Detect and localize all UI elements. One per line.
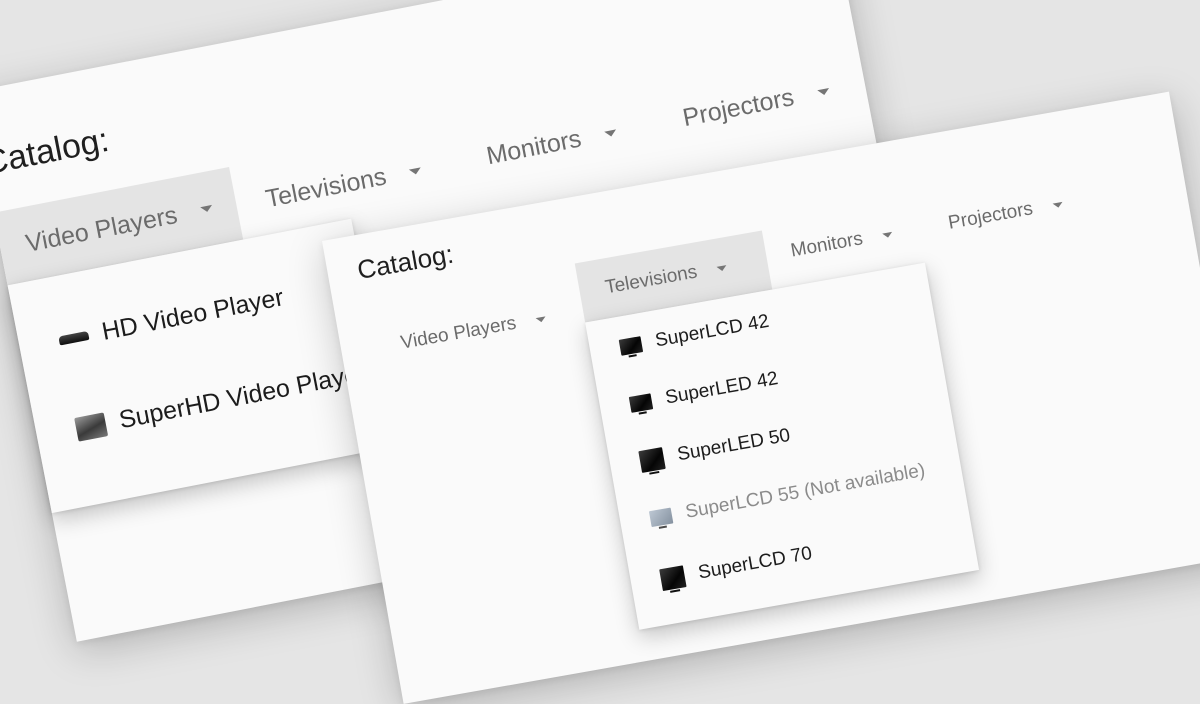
dropdown-item-superlcd-42[interactable]: SuperLCD 42 [618, 311, 771, 359]
chevron-down-icon [816, 87, 830, 96]
chevron-down-icon [409, 166, 422, 176]
dropdown-item-superhd-video-player[interactable]: SuperHD Video Player [74, 359, 369, 444]
video-player-icon [58, 330, 90, 346]
tv-icon [638, 447, 666, 473]
nav-video-players-label: Video Players [23, 200, 180, 258]
nav-video-players-label: Video Players [399, 312, 518, 354]
dropdown-item-superlcd-55: SuperLCD 55 (Not available) [648, 459, 927, 530]
nav-televisions-label: Televisions [263, 162, 389, 214]
dropdown-item-label: SuperLCD 70 [696, 542, 814, 584]
nav-projectors[interactable]: Projectors [947, 193, 1065, 235]
tv-icon [659, 565, 687, 592]
chevron-down-icon [716, 264, 728, 272]
chevron-down-icon [882, 231, 893, 239]
dropdown-item-label: SuperLCD 55 (Not available) [683, 459, 927, 523]
dropdown-item-superled-42[interactable]: SuperLED 42 [628, 368, 780, 416]
dropdown-item-label: HD Video Player [99, 283, 286, 346]
dropdown-item-label: SuperLED 50 [675, 424, 792, 466]
chevron-down-icon [200, 204, 213, 214]
nav-projectors-label: Projectors [680, 83, 797, 133]
video-player-icon [74, 411, 109, 442]
nav-monitors-label: Monitors [484, 124, 584, 171]
tv-icon [618, 336, 644, 356]
tv-icon [648, 507, 674, 528]
nav-projectors-label: Projectors [946, 198, 1035, 234]
nav-televisions[interactable]: Televisions [263, 156, 424, 215]
nav-televisions-label: Televisions [603, 261, 699, 299]
nav-projectors[interactable]: Projectors [680, 76, 831, 133]
dropdown-item-superlcd-70[interactable]: SuperLCD 70 [659, 542, 814, 592]
dropdown-item-label: SuperHD Video Player [116, 358, 369, 435]
chevron-down-icon [604, 128, 617, 138]
nav-monitors-label: Monitors [789, 228, 865, 262]
page-title: Catalog: [0, 120, 112, 183]
nav-monitors[interactable]: Monitors [484, 118, 619, 172]
dropdown-item-hd-video-player[interactable]: HD Video Player [56, 283, 286, 355]
page-title: Catalog: [355, 238, 456, 286]
tv-icon [628, 393, 654, 413]
nav-monitors[interactable]: Monitors [789, 223, 894, 263]
dropdown-item-label: SuperLCD 42 [653, 310, 771, 352]
chevron-down-icon [535, 315, 547, 323]
chevron-down-icon [1052, 201, 1063, 209]
nav-video-players[interactable]: Video Players [399, 307, 547, 354]
dropdown-item-superled-50[interactable]: SuperLED 50 [638, 425, 792, 473]
dropdown-item-label: SuperLED 42 [663, 368, 780, 409]
televisions-dropdown: SuperLCD 42 SuperLED 42 SuperLED 50 Supe… [585, 262, 980, 630]
